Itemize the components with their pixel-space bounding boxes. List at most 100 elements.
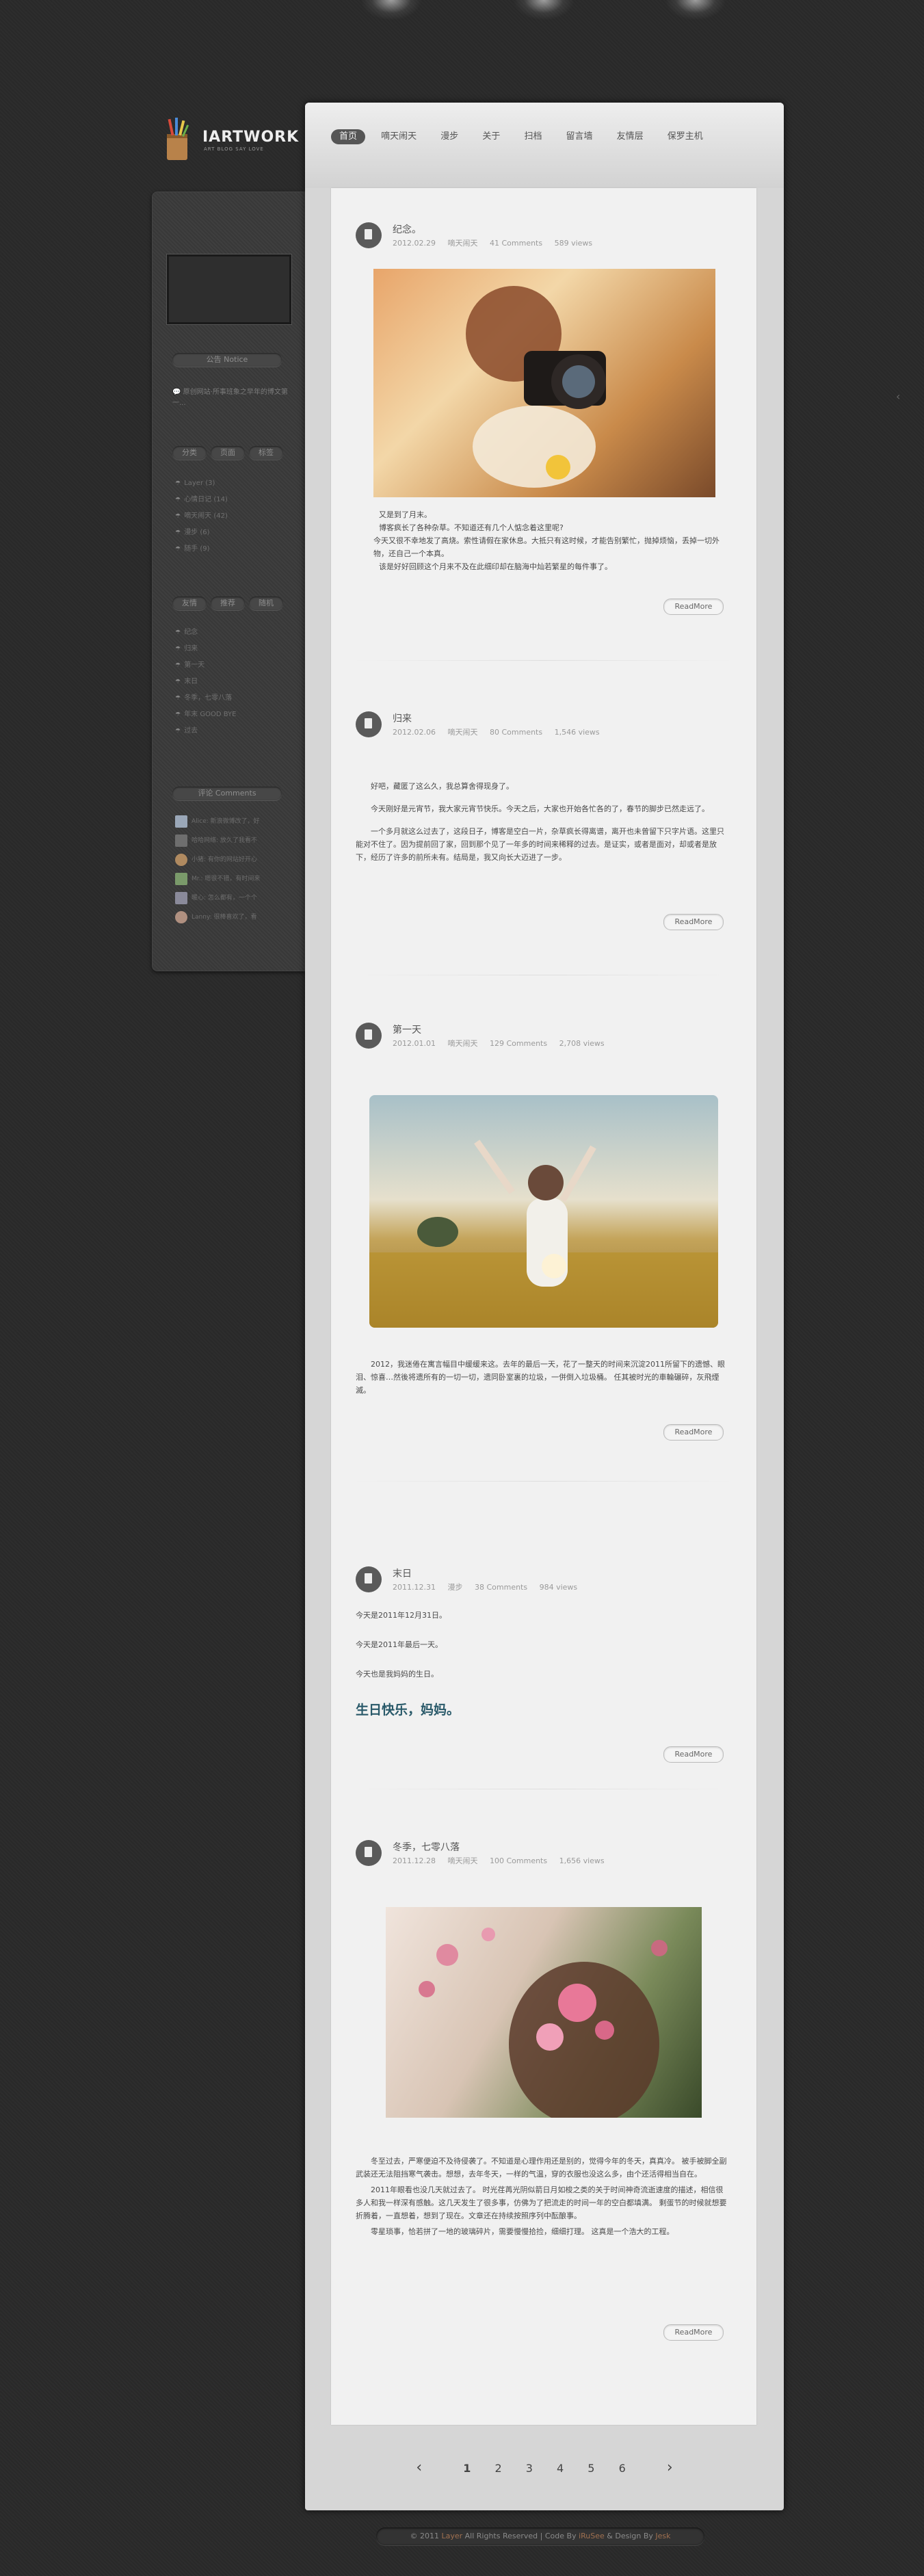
comment-item[interactable]: Alice: 新浪微博改了，好 xyxy=(175,814,260,833)
post-category[interactable]: 漫步 xyxy=(447,1583,462,1592)
pager-next[interactable]: › xyxy=(667,2459,673,2476)
link-item[interactable]: ☂ 冬季，七零八落 xyxy=(175,690,236,707)
post-category[interactable]: 嘀天闹天 xyxy=(447,239,477,248)
document-icon xyxy=(356,222,382,248)
post-title[interactable]: 冬季，七零八落 xyxy=(393,1840,460,1854)
comment-item[interactable]: 哈哈网络: 放久了我看不 xyxy=(175,833,257,852)
footer-code-by: Code By xyxy=(544,2532,577,2540)
link-item[interactable]: ☂ 末日 xyxy=(175,674,236,690)
link-item[interactable]: ☂ 纪念 xyxy=(175,625,236,641)
link-item[interactable]: ☂ 归来 xyxy=(175,641,236,657)
post-title[interactable]: 末日 xyxy=(393,1566,412,1580)
post-list: 纪念。 2012.02.29 嘀天闹天 41 Comments 589 view… xyxy=(331,188,756,2425)
nav-item-walk[interactable]: 漫步 xyxy=(432,129,466,144)
footer-site-link[interactable]: Layer xyxy=(441,2532,462,2540)
readmore-button[interactable]: ReadMore xyxy=(663,599,724,615)
post-comments[interactable]: 41 Comments xyxy=(490,239,542,248)
nav-item-archive[interactable]: 扫档 xyxy=(516,129,550,144)
footer-design-by: & Design By xyxy=(607,2532,653,2540)
pager-prev[interactable]: ‹ xyxy=(416,2459,422,2476)
footer-coder-link[interactable]: iRuSee xyxy=(579,2532,605,2540)
post-meta: 2012.01.01 嘀天闹天 129 Comments 2,708 views xyxy=(393,1038,614,1049)
post-title[interactable]: 归来 xyxy=(393,711,412,725)
readmore-button[interactable]: ReadMore xyxy=(663,2324,724,2341)
chevron-left-icon[interactable]: ‹ xyxy=(896,390,900,403)
link-item[interactable]: ☂ 第一天 xyxy=(175,657,236,674)
pager-page[interactable]: 2 xyxy=(494,2462,501,2475)
post-comments[interactable]: 129 Comments xyxy=(490,1039,547,1048)
pin-icon: ☂ xyxy=(175,728,181,735)
tab-pages[interactable]: 页面 xyxy=(211,446,245,460)
post-title[interactable]: 纪念。 xyxy=(393,222,421,236)
top-spotlight-1 xyxy=(360,0,422,21)
comment-item[interactable]: 暖心: 怎么都有，一个个 xyxy=(175,891,257,910)
pager-page[interactable]: 3 xyxy=(526,2462,533,2475)
nav-item-hosting[interactable]: 保罗主机 xyxy=(659,129,711,144)
pager-page-current[interactable]: 1 xyxy=(463,2462,471,2475)
post: 第一天 2012.01.01 嘀天闹天 129 Comments 2,708 v… xyxy=(331,1023,756,1501)
readmore-button[interactable]: ReadMore xyxy=(663,1424,724,1441)
category-item[interactable]: ☂ 嘀天闹天 (42) xyxy=(175,508,228,525)
category-item[interactable]: ☂ Layer (3) xyxy=(175,475,228,492)
nav-item-about[interactable]: 关于 xyxy=(474,129,508,144)
readmore-button[interactable]: ReadMore xyxy=(663,1746,724,1763)
main-nav: 首页 嘀天闹天 漫步 关于 扫档 留言墙 友情层 保罗主机 xyxy=(331,129,715,145)
link-list: ☂ 纪念 ☂ 归来 ☂ 第一天 ☂ 末日 ☂ 冬季，七零八落 ☂ 年末 GOOD… xyxy=(175,625,236,739)
post-meta: 2012.02.06 嘀天闹天 80 Comments 1,546 views xyxy=(393,726,609,737)
nav-item-links[interactable]: 友情层 xyxy=(609,129,652,144)
footer-rights: All Rights Reserved xyxy=(464,2532,538,2540)
girl-with-pink-flowers-photo[interactable] xyxy=(386,1907,702,2118)
avatar xyxy=(175,891,187,904)
post-category[interactable]: 嘀天闹天 xyxy=(447,1039,477,1048)
pager-page[interactable]: 4 xyxy=(557,2462,564,2475)
category-item[interactable]: ☂ 随手 (9) xyxy=(175,541,228,557)
comments-tab[interactable]: 评论 Comments xyxy=(172,787,282,800)
tab-random[interactable]: 随机 xyxy=(249,596,283,610)
category-item[interactable]: ☂ 漫步 (6) xyxy=(175,525,228,541)
post-category[interactable]: 嘀天闹天 xyxy=(447,728,477,737)
comment-item[interactable]: 小猪: 有你的网站好开心 xyxy=(175,852,257,871)
main-panel: 首页 嘀天闹天 漫步 关于 扫档 留言墙 友情层 保罗主机 纪念。 2012.0… xyxy=(305,103,784,2510)
tab-tags[interactable]: 标签 xyxy=(249,446,283,460)
post: 纪念。 2012.02.29 嘀天闹天 41 Comments 589 view… xyxy=(331,222,756,660)
tab-friends[interactable]: 友情 xyxy=(172,596,207,610)
tab-categories[interactable]: 分类 xyxy=(172,446,207,460)
document-icon xyxy=(356,1840,382,1866)
readmore-button[interactable]: ReadMore xyxy=(663,914,724,930)
footer-designer-link[interactable]: Jesk xyxy=(655,2532,670,2540)
post-views: 1,656 views xyxy=(559,1856,605,1865)
avatar xyxy=(175,872,187,885)
post-title[interactable]: 第一天 xyxy=(393,1023,421,1036)
post-comments[interactable]: 38 Comments xyxy=(475,1583,527,1592)
comment-item[interactable]: Lanny: 很棒喜欢了，看 xyxy=(175,910,257,929)
post: 归来 2012.02.06 嘀天闹天 80 Comments 1,546 vie… xyxy=(331,711,756,1006)
girl-in-flower-field-photo[interactable] xyxy=(369,1095,718,1328)
pin-icon: ☂ xyxy=(175,662,181,669)
sidebar: 公告 Notice 💬 原创网站·所事班象之早年的博文第一... 分类 页面 标… xyxy=(152,192,305,971)
tab-recommend[interactable]: 推荐 xyxy=(211,596,245,610)
post-comments[interactable]: 100 Comments xyxy=(490,1856,547,1865)
site-logo[interactable]: IARTWORK ART BLOG SAY LOVE xyxy=(160,116,298,164)
category-item[interactable]: ☂ 心情日记 (14) xyxy=(175,492,228,508)
logo-tagline: ART BLOG SAY LOVE xyxy=(204,146,264,152)
link-item[interactable]: ☂ 过去 xyxy=(175,723,236,739)
link-item[interactable]: ☂ 年末 GOOD BYE xyxy=(175,707,236,723)
post-category[interactable]: 嘀天闹天 xyxy=(447,1856,477,1865)
post-views: 984 views xyxy=(539,1583,578,1592)
post: 冬季，七零八落 2011.12.28 嘀天闹天 100 Comments 1,6… xyxy=(331,1840,756,2367)
pager-page[interactable]: 5 xyxy=(588,2462,594,2475)
notice-tab[interactable]: 公告 Notice xyxy=(172,353,282,367)
pager-page[interactable]: 6 xyxy=(619,2462,626,2475)
notice-body: 原创网站·所事班象之早年的博文第一... xyxy=(172,389,288,407)
top-spotlight-2 xyxy=(513,0,575,21)
top-spotlight-3 xyxy=(665,0,726,21)
flower-field-illustration xyxy=(369,1140,718,1328)
nav-item-guestbook[interactable]: 留言墙 xyxy=(558,129,601,144)
site-footer: © 2011 Layer All Rights Reserved | Code … xyxy=(376,2527,704,2545)
girl-with-camera-photo[interactable] xyxy=(373,269,715,497)
nav-item-home[interactable]: 首页 xyxy=(331,129,366,144)
comment-item[interactable]: Mr.: 嗯很不错，有时间来 xyxy=(175,871,260,891)
post-meta: 2011.12.31 漫步 38 Comments 984 views xyxy=(393,1581,587,1592)
nav-item-chat[interactable]: 嘀天闹天 xyxy=(373,129,425,144)
post-comments[interactable]: 80 Comments xyxy=(490,728,542,737)
